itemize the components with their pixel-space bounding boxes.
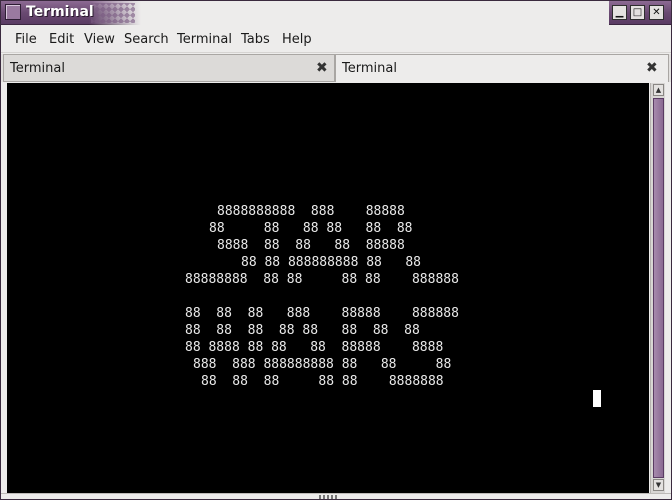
tab-bar: Terminal ✖ Terminal ✖ xyxy=(1,54,671,82)
title-bar-fade xyxy=(89,1,609,25)
tab-label: Terminal xyxy=(10,61,65,76)
menu-terminal[interactable]: Terminal xyxy=(177,32,232,47)
minimize-button[interactable]: ▁ xyxy=(612,5,627,20)
window-title: Terminal xyxy=(26,4,94,20)
window-menu-icon[interactable] xyxy=(5,4,21,20)
terminal-line: 88 88 88 88 88 8888888 xyxy=(201,374,444,389)
terminal-line: 88 8888 88 88 88 88888 8888 xyxy=(185,340,444,355)
terminal-line: 88888888 88 88 88 88 888888 xyxy=(185,272,459,287)
title-bar-pattern xyxy=(91,3,135,23)
scroll-up-icon[interactable]: ▲ xyxy=(653,84,664,96)
vertical-scrollbar[interactable]: ▲ ▼ xyxy=(650,83,665,493)
scroll-down-icon[interactable]: ▼ xyxy=(653,479,664,491)
menu-edit[interactable]: Edit xyxy=(49,32,74,47)
scrollbar-thumb[interactable] xyxy=(653,98,664,478)
menu-bar: File Edit View Search Terminal Tabs Help xyxy=(1,26,671,53)
maximize-button[interactable]: □ xyxy=(630,5,645,20)
terminal-line: 8888 88 88 88 88888 xyxy=(217,238,405,253)
menu-search[interactable]: Search xyxy=(124,32,169,47)
tab-terminal-1[interactable]: Terminal ✖ xyxy=(3,54,335,82)
menu-tabs[interactable]: Tabs xyxy=(241,32,270,47)
terminal-window: Terminal ▁ □ ✕ File Edit View Search Ter… xyxy=(0,0,672,500)
menu-view[interactable]: View xyxy=(84,32,115,47)
terminal-line: 88 88 88 88 88 88 88 88 xyxy=(185,323,420,338)
close-tab-icon[interactable]: ✖ xyxy=(316,60,328,76)
terminal-line: 88 88 88 88 88 88 xyxy=(209,221,413,236)
title-bar[interactable]: Terminal ▁ □ ✕ xyxy=(1,1,671,25)
terminal-line: 88 88 888888888 88 88 xyxy=(241,255,422,270)
terminal-line: 8888888888 888 88888 xyxy=(217,204,405,219)
terminal-line: 888 888 888888888 88 88 88 xyxy=(193,357,452,372)
menu-help[interactable]: Help xyxy=(282,32,312,47)
menu-file[interactable]: File xyxy=(15,32,37,47)
tab-terminal-2[interactable]: Terminal ✖ xyxy=(335,54,669,82)
terminal-screen[interactable]: 8888888888 888 88888 88 88 88 88 88 88 8… xyxy=(7,83,649,493)
terminal-line: 88 88 88 888 88888 888888 xyxy=(185,306,459,321)
text-cursor xyxy=(593,390,601,407)
close-window-button[interactable]: ✕ xyxy=(649,5,664,20)
close-tab-icon[interactable]: ✖ xyxy=(646,60,658,76)
resize-grip-icon[interactable] xyxy=(319,495,337,499)
tab-label: Terminal xyxy=(342,61,397,76)
